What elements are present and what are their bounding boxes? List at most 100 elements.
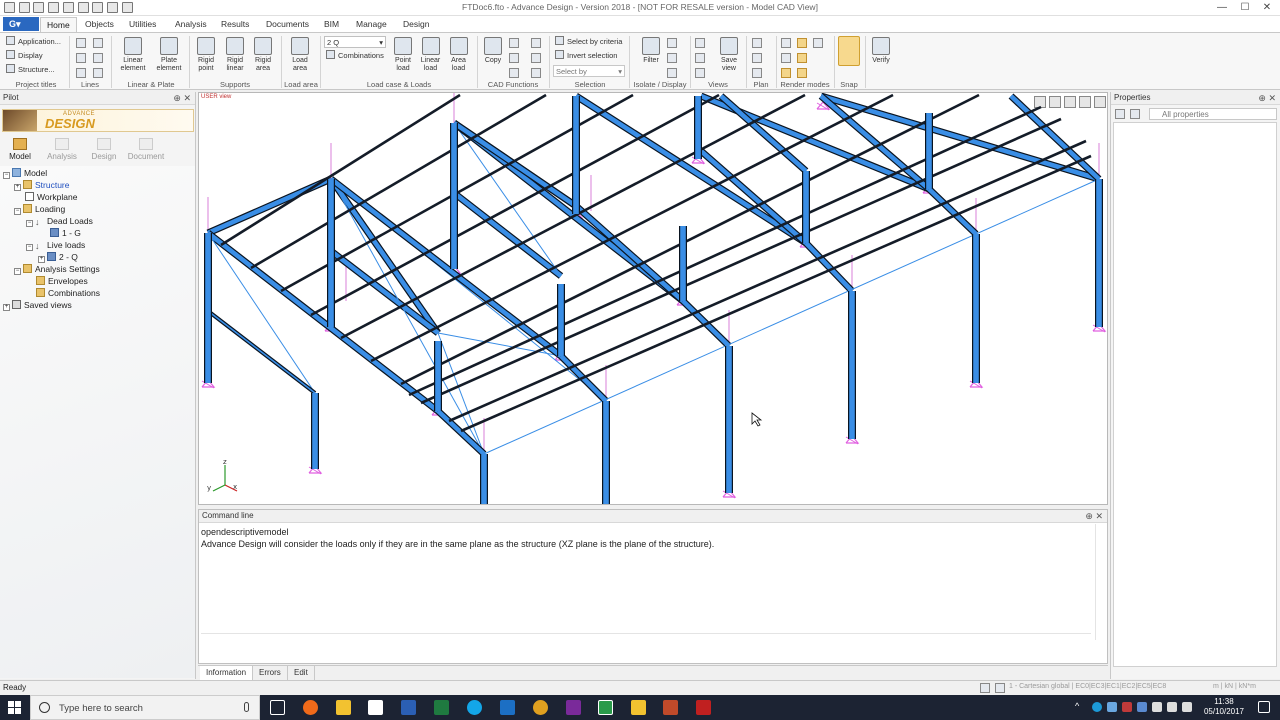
hide-icon[interactable]: [667, 53, 677, 63]
tray-app-icon[interactable]: [1122, 702, 1132, 712]
tray-skype-icon[interactable]: [1092, 702, 1102, 712]
task-view-icon[interactable]: [270, 700, 285, 715]
firefox-icon[interactable]: [303, 700, 318, 715]
purlin[interactable]: [220, 93, 461, 247]
tree-item-analysis-settings[interactable]: − Analysis Settings: [14, 263, 100, 275]
snap-magnet-icon[interactable]: [838, 36, 860, 66]
select-by-dropdown[interactable]: Select by ▾: [553, 65, 625, 77]
windows-start-icon[interactable]: [8, 701, 21, 714]
pilot-tab-document[interactable]: Document: [126, 138, 166, 161]
structure-button[interactable]: Structure...: [6, 64, 55, 76]
rafter[interactable]: [926, 186, 979, 237]
rafter[interactable]: [574, 93, 808, 246]
rafter[interactable]: [453, 122, 562, 277]
pilot-tab-model[interactable]: Model: [0, 138, 40, 161]
rafter[interactable]: [573, 203, 686, 304]
point-load-button[interactable]: Point load: [390, 37, 416, 73]
plan-axis-icon[interactable]: [752, 68, 762, 78]
chevron-up-icon[interactable]: ^: [1075, 701, 1079, 711]
tree-item-envelopes[interactable]: Envelopes: [36, 275, 88, 287]
render-hidden-icon[interactable]: [781, 53, 791, 63]
mirror-icon[interactable]: [509, 53, 519, 63]
view-front-icon[interactable]: [695, 53, 705, 63]
rafter[interactable]: [435, 408, 487, 457]
move-icon[interactable]: [509, 38, 519, 48]
tab-manage[interactable]: Manage: [350, 17, 393, 32]
render-solid-icon[interactable]: [797, 38, 807, 48]
combinations-button[interactable]: Combinations: [326, 50, 384, 62]
tree-item-case-1g[interactable]: 1 - G: [50, 227, 81, 239]
sticky-notes-icon[interactable]: [631, 700, 646, 715]
sort-icon[interactable]: [1115, 109, 1125, 119]
eave-beam[interactable]: [206, 309, 317, 395]
rigid-linear-button[interactable]: Rigid linear: [221, 37, 249, 73]
display-button[interactable]: Display: [6, 50, 43, 62]
application-menu-button[interactable]: G▾: [3, 17, 39, 31]
view-top-icon[interactable]: [695, 68, 705, 78]
split-icon[interactable]: [531, 68, 541, 78]
rigid-area-button[interactable]: Rigid area: [249, 37, 277, 73]
tab-documents[interactable]: Documents: [260, 17, 315, 32]
circle-icon[interactable]: [93, 68, 103, 78]
linear-load-button[interactable]: Linear load: [417, 37, 444, 73]
tree-item-workplane[interactable]: Workplane: [25, 191, 77, 203]
bluetooth-icon[interactable]: [1137, 702, 1147, 712]
monitor-icon[interactable]: [995, 683, 1005, 693]
word-icon[interactable]: [401, 700, 416, 715]
close-icon[interactable]: ✕: [1268, 93, 1276, 103]
tab-results[interactable]: Results: [215, 17, 255, 32]
view-3d-icon[interactable]: [695, 38, 705, 48]
onenote-icon[interactable]: [566, 700, 581, 715]
category-icon[interactable]: [1130, 109, 1140, 119]
plan-grid-icon[interactable]: [752, 38, 762, 48]
rafter[interactable]: [205, 230, 441, 414]
application-button[interactable]: Application...: [6, 36, 61, 48]
render-wire-icon[interactable]: [781, 38, 791, 48]
rigid-point-button[interactable]: Rigid point: [192, 37, 220, 73]
acrobat-icon[interactable]: [696, 700, 711, 715]
pilot-tab-analysis[interactable]: Analysis: [42, 138, 82, 161]
advance-design-icon[interactable]: [663, 700, 678, 715]
chrome-icon[interactable]: [533, 700, 548, 715]
rotate-icon[interactable]: [531, 38, 541, 48]
tab-home[interactable]: Home: [40, 17, 77, 32]
volume-icon[interactable]: [1182, 702, 1192, 712]
save-view-button[interactable]: Save view: [715, 37, 743, 73]
onedrive-icon[interactable]: [1107, 702, 1117, 712]
microphone-icon[interactable]: [244, 702, 249, 712]
extend-icon[interactable]: [509, 68, 519, 78]
tree-item-loading[interactable]: − Loading: [14, 203, 65, 215]
properties-filter-select[interactable]: All properties: [1149, 108, 1277, 120]
purlin[interactable]: [400, 93, 980, 386]
polyline-icon[interactable]: [93, 38, 103, 48]
plan-snap-icon[interactable]: [752, 53, 762, 63]
render-realistic-icon[interactable]: [781, 68, 791, 78]
render-shaded-icon[interactable]: [813, 38, 823, 48]
keyboard-icon[interactable]: [980, 683, 990, 693]
tree-item-structure[interactable]: + Structure: [14, 179, 70, 191]
network-icon[interactable]: [1167, 702, 1177, 712]
tree-item-live-loads[interactable]: − ↓ Live loads: [26, 239, 85, 251]
rafter[interactable]: [803, 240, 855, 294]
invert-selection-button[interactable]: Invert selection: [555, 50, 617, 62]
isolate-icon[interactable]: [667, 38, 677, 48]
rafter[interactable]: [451, 190, 564, 279]
horizontal-scrollbar[interactable]: [201, 633, 1091, 643]
select-by-criteria-button[interactable]: Select by criteria: [555, 36, 622, 48]
properties-grid[interactable]: [1113, 122, 1277, 667]
tab-errors[interactable]: Errors: [253, 666, 288, 680]
model-cad-view[interactable]: USER view z y x: [198, 92, 1108, 505]
tree-item-saved-views[interactable]: + Saved views: [3, 299, 72, 311]
battery-icon[interactable]: [1152, 702, 1162, 712]
taskbar-clock[interactable]: 11:38 05/10/2017: [1204, 697, 1244, 717]
file-explorer-icon[interactable]: [336, 700, 351, 715]
linear-element-button[interactable]: Linear element: [114, 37, 152, 73]
camtasia-icon[interactable]: [598, 700, 613, 715]
close-icon[interactable]: ✕: [183, 93, 191, 103]
load-case-select[interactable]: 2 Q ▾: [324, 36, 386, 48]
render-outline-icon[interactable]: [797, 68, 807, 78]
tab-design[interactable]: Design: [397, 17, 435, 32]
excel-icon[interactable]: [434, 700, 449, 715]
plate-element-button[interactable]: Plate element: [151, 37, 187, 73]
tree-item-dead-loads[interactable]: − ↓ Dead Loads: [26, 215, 93, 227]
